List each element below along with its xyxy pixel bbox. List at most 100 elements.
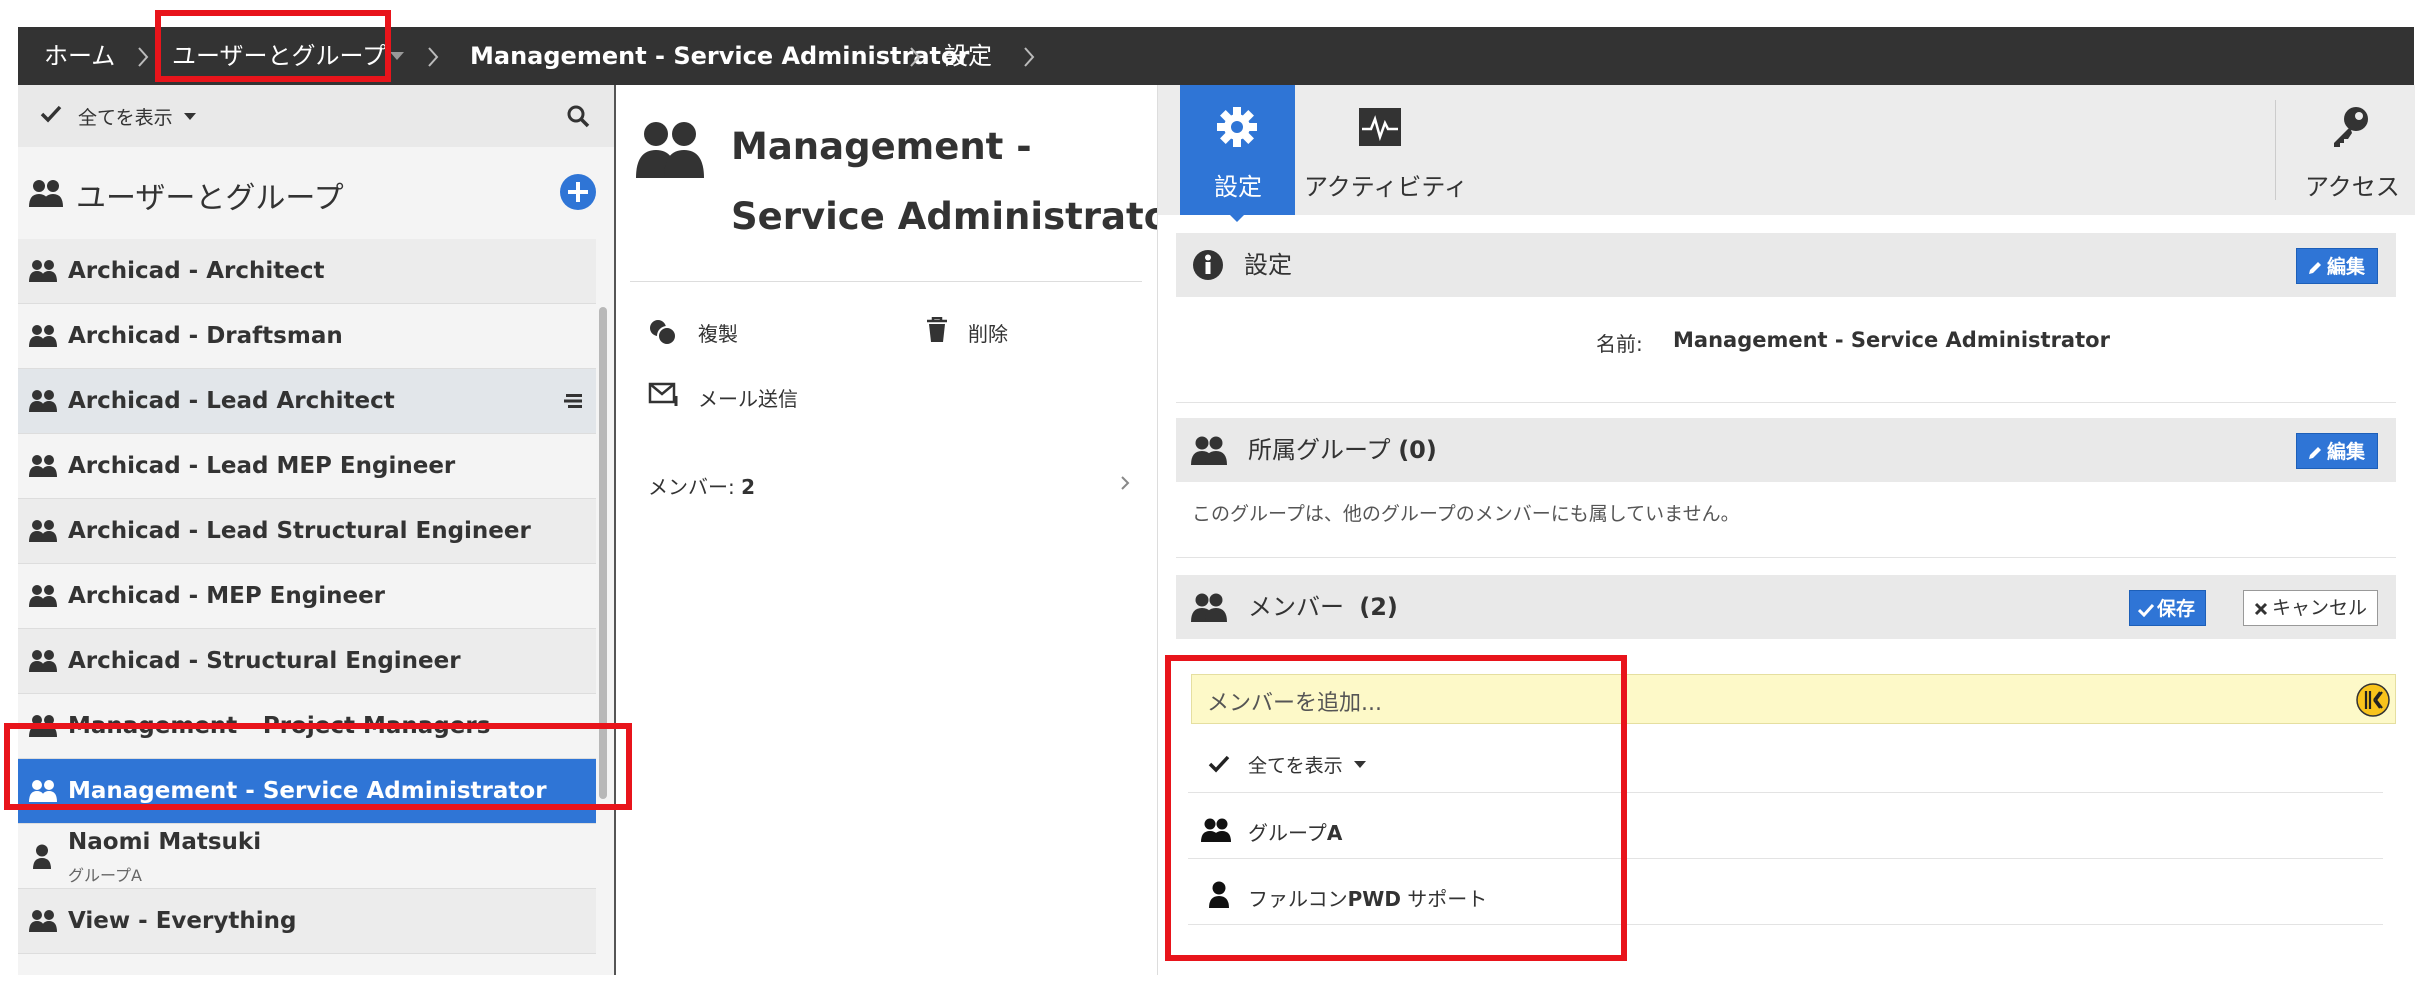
caret-down-icon[interactable] (184, 113, 196, 121)
panel-title: ユーザーとグループ (76, 181, 344, 216)
left-toolbar: 全てを表示 (18, 85, 614, 147)
list-item[interactable]: View - Everything (18, 889, 596, 954)
user-icon (1209, 881, 1229, 908)
add-member-placeholder: メンバーを追加... (1207, 691, 1382, 716)
groups-count: (0) (1398, 436, 1437, 464)
cancel-button[interactable]: キャンセル (2242, 590, 2378, 626)
add-member-input[interactable]: メンバーを追加... (1191, 674, 2396, 724)
key-icon[interactable] (2328, 105, 2372, 149)
groups-title-text: 所属グループ (1248, 436, 1391, 464)
filter-dropdown[interactable]: 全てを表示 (78, 103, 173, 130)
group-icon (29, 260, 57, 282)
left-panel-header: ユーザーとグループ (18, 147, 614, 239)
group-detail-panel: Management - Service Administrator 複製 削除… (614, 85, 1187, 975)
group-icon (1191, 436, 1227, 465)
chevron-right-icon (1024, 47, 1035, 67)
list-item[interactable]: Archicad - Lead Architect (18, 369, 596, 434)
list-item-label: Archicad - Structural Engineer (68, 648, 461, 674)
divider (1176, 402, 2396, 403)
list-item-label: View - Everything (68, 908, 297, 934)
check-icon (1208, 755, 1230, 773)
members-count: (2) (1359, 593, 1398, 621)
name-value: Management - Service Administrator (1673, 328, 2110, 352)
dropdown-option-user[interactable]: ファルコンPWD サポート (1188, 859, 2383, 925)
dropdown-option-label: グループA (1248, 817, 1342, 846)
name-label: 名前: (1596, 332, 1643, 356)
group-icon (29, 715, 57, 737)
list-item[interactable]: Archicad - Lead MEP Engineer (18, 434, 596, 499)
group-title-line1: Management - (731, 125, 1032, 168)
cancel-label: キャンセル (2271, 597, 2367, 619)
gear-icon (1217, 107, 1257, 147)
check-icon (2137, 603, 2154, 617)
mail-icon[interactable] (648, 380, 680, 408)
check-icon (40, 105, 62, 123)
tab-access[interactable]: アクセス (2305, 167, 2400, 202)
settings-section-title: 設定 (1244, 251, 1292, 279)
breadcrumb-home[interactable]: ホーム (44, 27, 115, 85)
list-item-label: Archicad - Lead Architect (68, 388, 395, 414)
members-label: メンバー: (648, 475, 735, 499)
dropdown-option-group[interactable]: グループA (1188, 793, 2383, 859)
chevron-right-icon[interactable] (1120, 475, 1130, 491)
list-item[interactable]: View - Projects (18, 954, 596, 975)
menu-icon[interactable] (564, 393, 584, 409)
trash-icon[interactable] (926, 317, 948, 343)
edit-label: 編集 (2326, 256, 2365, 278)
tab-bar: 設定 アクティビティ アクセス (1158, 85, 2415, 222)
caret-down-icon[interactable] (1354, 761, 1366, 769)
save-button[interactable]: 保存 (2128, 590, 2206, 626)
activity-icon[interactable] (1358, 107, 1402, 147)
chevron-right-icon (428, 47, 439, 67)
tab-settings[interactable]: 設定 (1180, 85, 1295, 222)
group-icon (29, 780, 57, 802)
delete-button[interactable]: 削除 (968, 318, 1008, 347)
list-item[interactable]: Archicad - Architect (18, 239, 596, 304)
scrollbar-thumb[interactable] (599, 307, 607, 799)
members-section-title: メンバー (2) (1248, 575, 1398, 639)
duplicate-icon[interactable] (648, 318, 678, 346)
list-item-label: Archicad - Lead MEP Engineer (68, 453, 456, 479)
edit-settings-button[interactable]: 編集 (2295, 248, 2378, 284)
group-icon (28, 974, 58, 975)
group-icon (29, 910, 57, 932)
breadcrumb-group[interactable]: Management - Service Administrator (470, 27, 969, 85)
list-item[interactable]: Naomi Matsuki グループA (18, 824, 596, 889)
list-item-label: Archicad - Draftsman (68, 323, 343, 349)
edit-groups-button[interactable]: 編集 (2295, 433, 2378, 469)
settings-section-header: 設定 編集 (1176, 233, 2396, 297)
breadcrumb-settings[interactable]: 設定 (944, 27, 992, 85)
scrollbar[interactable] (596, 239, 614, 975)
search-icon[interactable] (566, 104, 590, 128)
group-icon (29, 455, 57, 477)
breadcrumb-users-groups[interactable]: ユーザーとグループ (172, 27, 386, 85)
group-icon (29, 325, 57, 347)
info-icon (1193, 250, 1223, 280)
save-label: 保存 (2156, 598, 2195, 620)
members-link[interactable]: メンバー: 2 (648, 471, 755, 500)
tab-activity[interactable]: アクティビティ (1304, 167, 1468, 202)
option-text-bold: PWD (1347, 887, 1401, 911)
option-text-bold: A (1326, 821, 1343, 845)
keeper-icon[interactable] (2356, 683, 2390, 717)
groups-section-title: 所属グループ (0) (1248, 418, 1437, 482)
groups-empty-text: このグループは、他のグループのメンバーにも属していません。 (1192, 503, 1740, 525)
dropdown-filter[interactable]: 全てを表示 (1248, 751, 1343, 778)
group-icon (29, 180, 63, 207)
duplicate-button[interactable]: 複製 (698, 318, 738, 347)
list-item[interactable]: Archicad - Lead Structural Engineer (18, 499, 596, 564)
list-item[interactable]: Management - Project Managers (18, 694, 596, 759)
add-icon[interactable] (559, 173, 597, 211)
users-groups-list: Archicad - Architect Archicad - Draftsman… (18, 239, 596, 975)
divider (630, 281, 1142, 282)
caret-down-icon[interactable] (390, 52, 404, 61)
list-item[interactable]: Archicad - Draftsman (18, 304, 596, 369)
send-mail-button[interactable]: メール送信 (698, 383, 798, 412)
members-section-header: メンバー (2) 保存 キャンセル (1176, 575, 2396, 639)
list-item[interactable]: Archicad - Structural Engineer (18, 629, 596, 694)
divider (1176, 557, 2396, 558)
group-icon (29, 650, 57, 672)
group-icon (29, 585, 57, 607)
list-item[interactable]: Archicad - MEP Engineer (18, 564, 596, 629)
tab-pointer (1228, 213, 1246, 222)
